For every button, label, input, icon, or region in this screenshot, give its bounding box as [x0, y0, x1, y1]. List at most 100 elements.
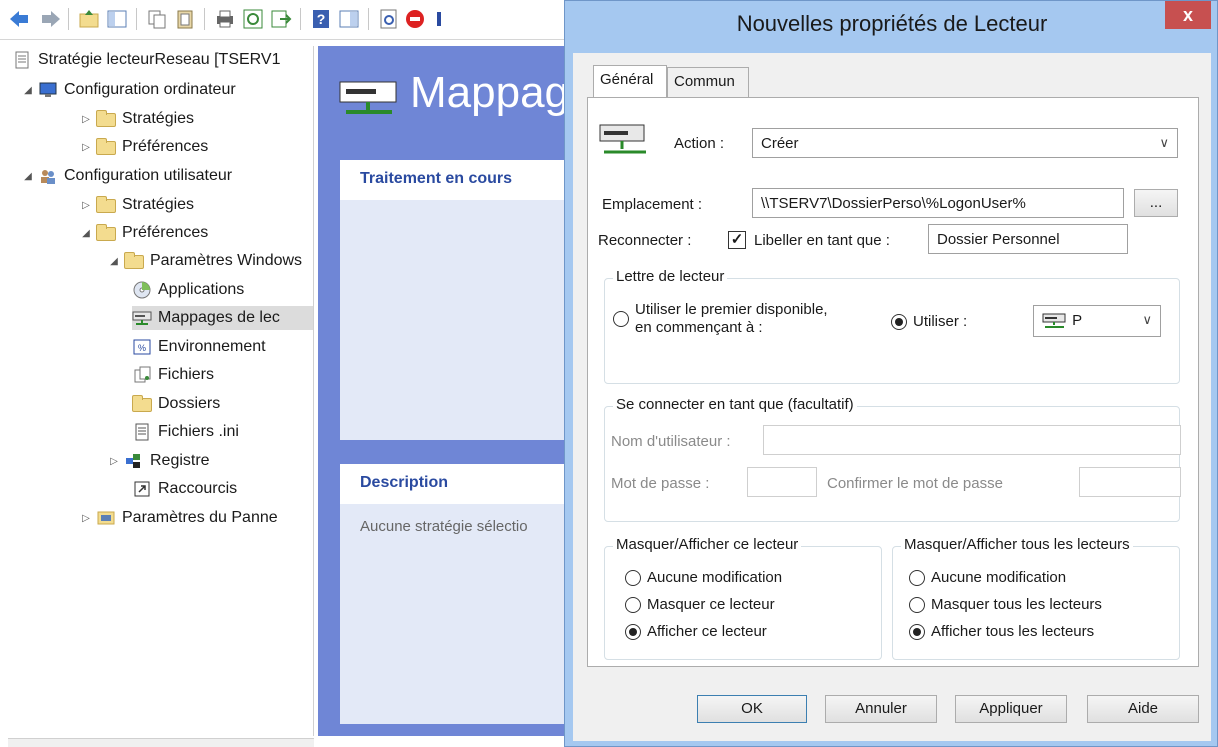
print-icon[interactable] [214, 8, 236, 30]
tree-node-shortcuts[interactable]: Raccourcis [132, 477, 237, 501]
up-folder-icon[interactable] [78, 8, 100, 30]
radio-unselected[interactable] [909, 569, 925, 586]
help-icon[interactable]: ? [310, 8, 332, 30]
back-arrow-icon[interactable] [8, 8, 30, 30]
tree-node-environment[interactable]: % Environnement [132, 335, 266, 359]
confirm-password-label: Confirmer le mot de passe [827, 475, 1003, 492]
apply-button[interactable]: Appliquer [955, 695, 1067, 723]
this-hide-radio[interactable]: Masquer ce lecteur [625, 596, 775, 613]
action-label: Action : [674, 135, 725, 152]
tree-node-files[interactable]: Fichiers [132, 363, 214, 387]
close-button[interactable]: x [1165, 1, 1211, 29]
dialog-title: Nouvelles propriétés de Lecteur [736, 11, 1048, 36]
folder-icon [124, 252, 144, 269]
tree-node-label: Paramètres Windows [150, 252, 303, 269]
use-label: Utiliser : [913, 313, 968, 330]
radio-unselected[interactable] [909, 596, 925, 613]
tree-node-computer-config[interactable]: ◢ Configuration ordinateur [22, 78, 236, 102]
tree-node-ini-files[interactable]: Fichiers .ini [132, 420, 239, 444]
chevron-down-icon: ∨ [1159, 135, 1169, 150]
radio-selected[interactable] [625, 623, 641, 640]
tree-node-windows-settings[interactable]: ◢ Paramètres Windows [108, 249, 302, 273]
radio-unselected[interactable] [625, 596, 641, 613]
browse-button[interactable]: ... [1134, 189, 1178, 217]
folder-icon [96, 224, 116, 241]
collapsed-arrow-icon[interactable]: ▷ [80, 114, 92, 125]
new-item-icon[interactable] [378, 8, 400, 30]
all-show-radio[interactable]: Afficher tous les lecteurs [909, 623, 1094, 640]
username-input [763, 425, 1181, 455]
refresh-icon[interactable] [242, 8, 264, 30]
drive-letter-title: Lettre de lecteur [613, 268, 728, 285]
chevron-down-icon: ∨ [1142, 312, 1152, 327]
this-show-radio[interactable]: Afficher ce lecteur [625, 623, 767, 640]
all-hide-radio[interactable]: Masquer tous les lecteurs [909, 596, 1102, 613]
tree-root-label: Stratégie lecteurReseau [TSERV1 [38, 51, 281, 68]
toolbar-separator [136, 8, 137, 30]
applications-disc-icon [133, 281, 151, 299]
tree-node-strategies[interactable]: ▷ Stratégies [80, 193, 194, 217]
tree-node-drive-maps[interactable]: Mappages de lec [132, 306, 313, 330]
toolbar-separator [300, 8, 301, 30]
cancel-button[interactable]: Annuler [825, 695, 937, 723]
properties-window-icon[interactable] [338, 8, 360, 30]
copy-icon[interactable] [146, 8, 168, 30]
add-icon[interactable] [428, 8, 450, 30]
tree-horizontal-scrollbar[interactable] [8, 738, 314, 747]
toolbar-separator [368, 8, 369, 30]
tree-node-control-panel[interactable]: ▷ Paramètres du Panne [80, 506, 278, 530]
tree-node-user-config[interactable]: ◢ Configuration utilisateur [22, 164, 232, 188]
label-as-input[interactable]: Dossier Personnel [928, 224, 1128, 254]
help-button[interactable]: Aide [1087, 695, 1199, 723]
collapsed-arrow-icon[interactable]: ▷ [108, 456, 120, 467]
expanded-arrow-icon[interactable]: ◢ [22, 171, 34, 182]
collapsed-arrow-icon[interactable]: ▷ [80, 200, 92, 211]
tree-node-label: Configuration utilisateur [64, 167, 233, 184]
policy-document-icon [15, 51, 29, 69]
control-panel-icon [97, 511, 115, 525]
first-available-line2: en commençant à : [635, 319, 763, 336]
radio-unselected[interactable] [625, 569, 641, 586]
export-list-icon[interactable] [270, 8, 292, 30]
stop-icon[interactable] [404, 8, 426, 30]
drive-letter-combobox[interactable]: P ∨ [1033, 305, 1161, 337]
this-no-change-radio[interactable]: Aucune modification [625, 569, 782, 586]
tree-node-preferences[interactable]: ▷ Préférences [80, 135, 208, 159]
description-text: Aucune stratégie sélectio [340, 504, 578, 724]
users-icon [41, 170, 55, 184]
reconnect-label: Reconnecter : [598, 232, 692, 249]
action-combobox[interactable]: Créer ∨ [752, 128, 1178, 158]
expanded-arrow-icon[interactable]: ◢ [108, 256, 120, 267]
tree-node-strategies[interactable]: ▷ Stratégies [80, 107, 194, 131]
tree-node-registry[interactable]: ▷ Registre [108, 449, 209, 473]
tree-node-applications[interactable]: Applications [132, 278, 244, 302]
ok-button[interactable]: OK [697, 695, 807, 723]
collapsed-arrow-icon[interactable]: ▷ [80, 142, 92, 153]
content-pane: Mappag Traitement en cours Description A… [318, 46, 578, 736]
radio-selected[interactable] [891, 313, 907, 330]
forward-arrow-icon[interactable] [40, 8, 62, 30]
first-available-radio[interactable]: Utiliser le premier disponible, en comme… [613, 301, 828, 337]
collapsed-arrow-icon[interactable]: ▷ [80, 513, 92, 524]
tab-common[interactable]: Commun [667, 67, 749, 97]
ini-file-icon [135, 423, 149, 441]
location-input[interactable]: \\TSERV7\DossierPerso\%LogonUser% [752, 188, 1124, 218]
expanded-arrow-icon[interactable]: ◢ [80, 228, 92, 239]
show-hide-tree-icon[interactable] [106, 8, 128, 30]
toolbar-separator [204, 8, 205, 30]
all-no-change-radio[interactable]: Aucune modification [909, 569, 1066, 586]
tree-node-preferences[interactable]: ◢ Préférences [80, 221, 208, 245]
tree-node-label: Préférences [122, 224, 209, 241]
action-value: Créer [761, 135, 799, 152]
paste-icon[interactable] [174, 8, 196, 30]
username-label: Nom d'utilisateur : [611, 433, 731, 450]
reconnect-checkbox[interactable]: ✓ [728, 231, 746, 249]
tree-root[interactable]: Stratégie lecteurReseau [TSERV1 [12, 48, 281, 72]
use-letter-radio[interactable]: Utiliser : [891, 313, 967, 330]
processing-header: Traitement en cours [340, 160, 578, 200]
expanded-arrow-icon[interactable]: ◢ [22, 85, 34, 96]
tab-general[interactable]: Général [593, 65, 667, 97]
tree-node-folders[interactable]: Dossiers [132, 392, 220, 416]
radio-unselected[interactable] [613, 311, 629, 327]
radio-selected[interactable] [909, 623, 925, 640]
